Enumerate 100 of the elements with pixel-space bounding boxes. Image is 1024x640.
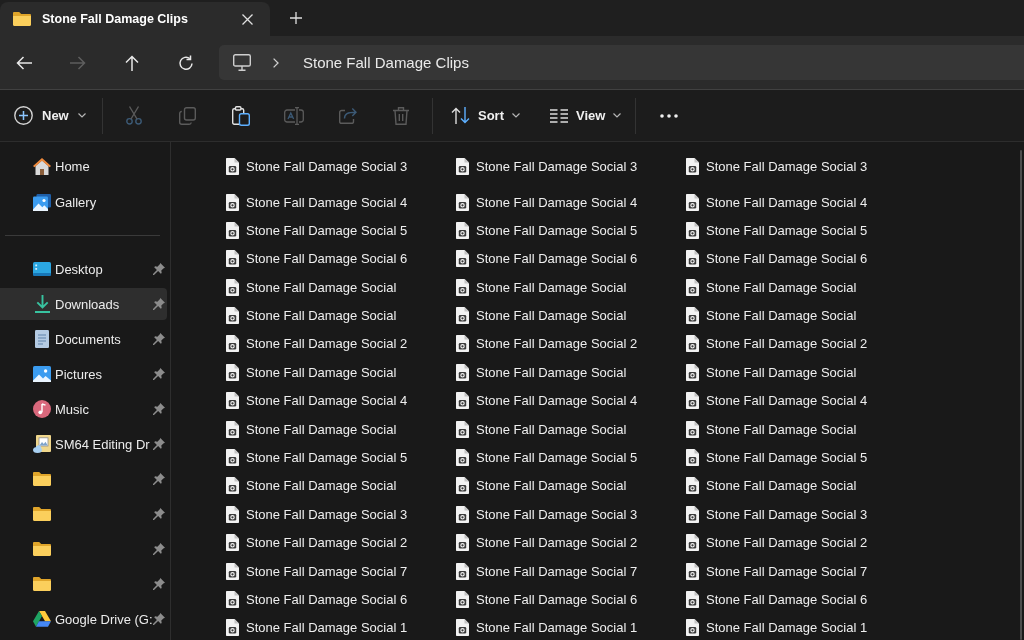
sidebar-item[interactable]: Home — [0, 150, 167, 182]
document-icon — [35, 330, 49, 348]
file-item[interactable]: Stone Fall Damage Social 3 — [682, 156, 904, 176]
file-item[interactable]: Stone Fall Damage Social 2 — [452, 532, 674, 553]
file-icon — [226, 363, 239, 381]
file-item[interactable]: Stone Fall Damage Social — [452, 475, 674, 496]
sidebar-item[interactable]: Google Drive (G: — [0, 603, 167, 635]
file-item[interactable]: Stone Fall Damage Social 3 — [452, 504, 674, 525]
file-item[interactable]: Stone Fall Damage Social 4 — [222, 192, 444, 212]
file-item[interactable]: Stone Fall Damage Social 5 — [222, 220, 444, 241]
file-icon — [686, 534, 699, 552]
file-item[interactable]: Stone Fall Damage Social 6 — [682, 589, 904, 610]
tab[interactable]: Stone Fall Damage Clips — [0, 2, 270, 36]
close-icon — [241, 13, 253, 25]
address-bar[interactable]: Stone Fall Damage Clips — [219, 45, 1024, 80]
file-item[interactable]: Stone Fall Damage Social 2 — [682, 333, 904, 354]
file-icon — [226, 534, 239, 552]
folder-icon — [33, 507, 51, 521]
file-item[interactable]: Stone Fall Damage Social — [452, 277, 674, 298]
file-icon — [456, 420, 469, 438]
file-item[interactable]: Stone Fall Damage Social — [682, 362, 904, 383]
file-icon — [226, 590, 239, 608]
sort-button[interactable]: Sort — [441, 97, 530, 134]
file-item[interactable]: Stone Fall Damage Social 2 — [222, 532, 444, 553]
file-item[interactable]: Stone Fall Damage Social 3 — [222, 504, 444, 525]
clipboard-icon — [231, 105, 250, 126]
file-icon — [226, 278, 239, 296]
view-button[interactable]: View — [540, 97, 632, 134]
file-item[interactable]: Stone Fall Damage Social — [222, 419, 444, 440]
file-item[interactable]: Stone Fall Damage Social 6 — [452, 589, 674, 610]
chevron-icon — [273, 57, 279, 68]
file-item[interactable]: Stone Fall Damage Social 5 — [452, 220, 674, 241]
file-item[interactable]: Stone Fall Damage Social — [452, 419, 674, 440]
file-item[interactable]: Stone Fall Damage Social — [222, 277, 444, 298]
file-item[interactable]: Stone Fall Damage Social 6 — [682, 248, 904, 269]
file-item[interactable]: Stone Fall Damage Social 4 — [452, 390, 674, 411]
file-item[interactable]: Stone Fall Damage Social 2 — [682, 532, 904, 553]
file-item[interactable]: Stone Fall Damage Social 6 — [222, 248, 444, 269]
trash-icon — [393, 106, 410, 125]
breadcrumb-item[interactable]: Stone Fall Damage Clips — [303, 54, 469, 71]
sidebar-item[interactable]: Documents — [0, 323, 167, 355]
file-item[interactable]: Stone Fall Damage Social 7 — [452, 561, 674, 582]
file-item[interactable]: Stone Fall Damage Social 7 — [222, 561, 444, 582]
file-item[interactable]: Stone Fall Damage Social 5 — [452, 447, 674, 468]
file-item[interactable]: Stone Fall Damage Social 7 — [682, 561, 904, 582]
up-arrow-icon — [125, 54, 139, 71]
file-icon — [226, 562, 239, 580]
file-item[interactable]: Stone Fall Damage Social — [682, 419, 904, 440]
file-item[interactable]: Stone Fall Damage Social 3 — [222, 156, 444, 176]
file-item[interactable]: Stone Fall Damage Social — [682, 277, 904, 298]
file-icon — [456, 534, 469, 552]
file-item[interactable]: Stone Fall Damage Social — [452, 305, 674, 326]
file-icon — [456, 619, 469, 637]
file-icon — [456, 335, 469, 353]
sidebar-item[interactable]: Desktop — [0, 253, 167, 285]
file-item[interactable]: Stone Fall Damage Social — [222, 362, 444, 383]
file-item[interactable]: Stone Fall Damage Social 2 — [222, 333, 444, 354]
triangle-logo-icon — [33, 610, 51, 628]
file-icon — [686, 250, 699, 268]
list-icon — [550, 108, 568, 123]
file-item[interactable]: Stone Fall Damage Social 4 — [452, 192, 674, 212]
file-icon — [686, 477, 699, 495]
file-icon — [226, 335, 239, 353]
file-item[interactable]: Stone Fall Damage Social 6 — [452, 248, 674, 269]
file-item[interactable]: Stone Fall Damage Social — [222, 475, 444, 496]
download-icon — [34, 295, 50, 313]
file-item[interactable]: Stone Fall Damage Social 5 — [682, 220, 904, 241]
sidebar-item[interactable]: Downloads — [0, 288, 167, 320]
file-icon — [686, 562, 699, 580]
left-arrow-icon — [16, 55, 32, 70]
file-item[interactable]: Stone Fall Damage Social 5 — [222, 447, 444, 468]
copy-icon — [178, 106, 196, 125]
sidebar-item[interactable]: Gallery — [0, 186, 167, 218]
file-icon — [226, 307, 239, 325]
file-icon — [456, 477, 469, 495]
sidebar-item[interactable]: SM64 Editing Dr — [0, 428, 167, 460]
file-item[interactable]: Stone Fall Damage Social — [452, 362, 674, 383]
sidebar-item[interactable]: Pictures — [0, 358, 167, 390]
file-item[interactable]: Stone Fall Damage Social 1 — [222, 617, 444, 638]
file-icon — [226, 193, 239, 211]
file-item[interactable]: Stone Fall Damage Social — [682, 475, 904, 496]
file-item[interactable]: Stone Fall Damage Social — [222, 305, 444, 326]
file-item[interactable]: Stone Fall Damage Social 3 — [452, 156, 674, 176]
file-item[interactable]: Stone Fall Damage Social 3 — [682, 504, 904, 525]
file-item[interactable]: Stone Fall Damage Social 4 — [222, 390, 444, 411]
file-icon — [226, 392, 239, 410]
file-icon — [226, 477, 239, 495]
scrollbar[interactable] — [1020, 150, 1022, 640]
file-item[interactable]: Stone Fall Damage Social 5 — [682, 447, 904, 468]
file-item[interactable]: Stone Fall Damage Social 6 — [222, 589, 444, 610]
sidebar-item[interactable]: Music — [0, 393, 167, 425]
file-item[interactable]: Stone Fall Damage Social 2 — [452, 333, 674, 354]
file-item[interactable]: Stone Fall Damage Social 1 — [682, 617, 904, 638]
file-item[interactable]: Stone Fall Damage Social 4 — [682, 390, 904, 411]
file-item[interactable]: Stone Fall Damage Social 4 — [682, 192, 904, 212]
file-item[interactable]: Stone Fall Damage Social 1 — [452, 617, 674, 638]
file-icon — [226, 449, 239, 466]
folder-icon — [33, 542, 51, 556]
new-button[interactable]: New — [6, 97, 98, 134]
file-item[interactable]: Stone Fall Damage Social — [682, 305, 904, 326]
